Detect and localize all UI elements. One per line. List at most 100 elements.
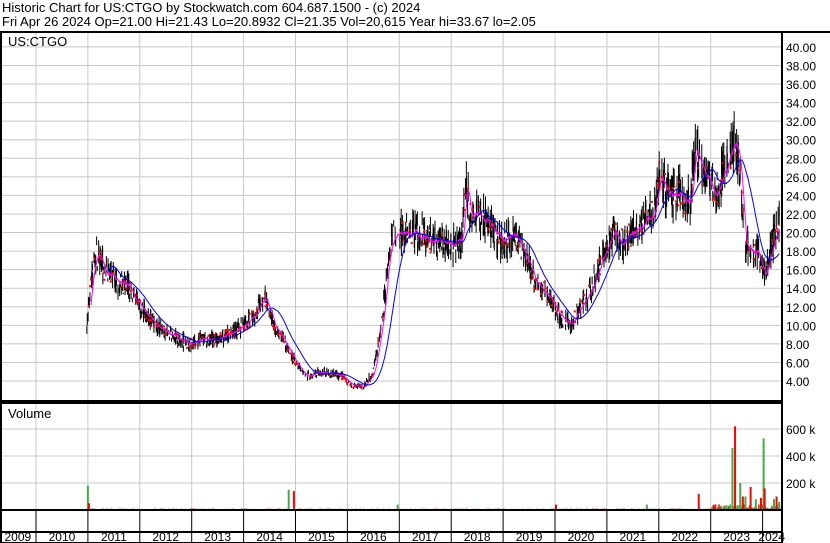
close-mark xyxy=(429,251,432,254)
price-axis: 4.00 6.00 8.00 10.00 12.00 14.00 16.00 18.00 20.… xyxy=(786,41,816,389)
volume-bar xyxy=(734,426,737,510)
close-mark xyxy=(658,178,661,181)
close-mark xyxy=(421,243,424,246)
close-mark xyxy=(650,200,653,203)
close-mark xyxy=(150,319,153,322)
close-mark xyxy=(714,198,717,201)
close-mark xyxy=(489,225,492,228)
close-mark xyxy=(487,228,490,231)
close-mark xyxy=(697,167,700,170)
close-mark xyxy=(776,230,779,233)
close-mark xyxy=(103,271,106,274)
close-mark xyxy=(740,191,743,194)
close-mark xyxy=(674,200,677,203)
close-mark xyxy=(400,221,403,224)
year-label: 2012 xyxy=(152,530,179,543)
volume-bar xyxy=(292,491,295,510)
close-mark xyxy=(429,247,432,250)
close-mark xyxy=(103,278,106,281)
close-mark xyxy=(349,384,352,387)
close-mark xyxy=(626,230,629,233)
close-mark xyxy=(423,230,426,233)
close-mark xyxy=(517,243,520,246)
close-mark xyxy=(742,209,745,212)
year-label: 2016 xyxy=(360,530,387,543)
volume-bar xyxy=(731,447,734,510)
close-mark xyxy=(207,334,210,337)
close-mark xyxy=(186,346,189,349)
close-mark xyxy=(612,227,615,230)
close-mark xyxy=(539,292,542,295)
close-mark xyxy=(273,326,276,329)
close-mark xyxy=(87,305,90,308)
volume-bar xyxy=(87,503,90,510)
close-mark xyxy=(227,331,230,334)
close-mark xyxy=(425,239,428,242)
close-mark xyxy=(228,329,231,332)
close-mark xyxy=(531,274,534,277)
close-mark xyxy=(561,311,564,314)
close-mark xyxy=(501,241,504,244)
price-tick: 6.00 xyxy=(786,356,810,370)
close-mark xyxy=(705,166,708,169)
close-mark xyxy=(516,247,519,250)
close-mark xyxy=(162,325,165,328)
year-label: 2014 xyxy=(256,530,283,543)
volume-bar xyxy=(739,483,742,510)
price-tick: 24.00 xyxy=(786,189,816,203)
close-mark xyxy=(721,162,724,165)
close-mark xyxy=(230,330,233,333)
close-mark xyxy=(735,154,738,157)
price-tick: 34.00 xyxy=(786,97,816,111)
volume-bar xyxy=(775,496,778,510)
volume-tick: 600 k xyxy=(786,423,816,437)
price-tick: 32.00 xyxy=(786,115,816,129)
volume-tick: 200 k xyxy=(786,477,816,491)
close-mark xyxy=(760,266,763,269)
close-mark xyxy=(256,308,259,311)
close-mark xyxy=(644,210,647,213)
close-mark xyxy=(502,242,505,245)
price-bars xyxy=(86,111,780,390)
price-tick: 38.00 xyxy=(786,59,816,73)
close-mark xyxy=(656,184,659,187)
close-mark xyxy=(219,334,222,337)
close-mark xyxy=(627,223,630,226)
close-mark xyxy=(198,333,201,336)
close-mark xyxy=(775,227,778,230)
year-label: 2009 xyxy=(4,530,31,543)
year-label: 2023 xyxy=(723,530,750,543)
price-tick: 26.00 xyxy=(786,171,816,185)
price-tick: 18.00 xyxy=(786,245,816,259)
close-mark xyxy=(658,161,661,164)
volume-bar xyxy=(287,489,290,510)
volume-bar xyxy=(763,488,766,510)
price-tick: 4.00 xyxy=(786,375,810,389)
volume-bar xyxy=(697,493,700,510)
close-mark xyxy=(136,301,139,304)
close-mark xyxy=(164,333,167,336)
close-mark xyxy=(543,281,546,284)
close-mark xyxy=(379,332,382,335)
close-mark xyxy=(580,300,583,303)
close-mark xyxy=(753,244,756,247)
year-label: 2022 xyxy=(671,530,698,543)
close-mark xyxy=(282,341,285,344)
close-mark xyxy=(287,347,290,350)
close-mark xyxy=(533,287,536,290)
close-mark xyxy=(248,312,251,315)
close-mark xyxy=(620,228,623,231)
price-tick: 36.00 xyxy=(786,78,816,92)
grid xyxy=(0,32,782,510)
close-mark xyxy=(526,262,529,265)
close-mark xyxy=(680,202,683,205)
close-mark xyxy=(328,374,331,377)
close-mark xyxy=(192,345,195,348)
volume-axis: 200 k 400 k 600 k xyxy=(786,423,816,491)
close-mark xyxy=(125,288,128,291)
close-mark xyxy=(738,168,741,171)
volume-bar xyxy=(754,499,757,510)
close-mark xyxy=(701,183,704,186)
close-mark xyxy=(777,223,780,226)
close-mark xyxy=(123,279,126,282)
